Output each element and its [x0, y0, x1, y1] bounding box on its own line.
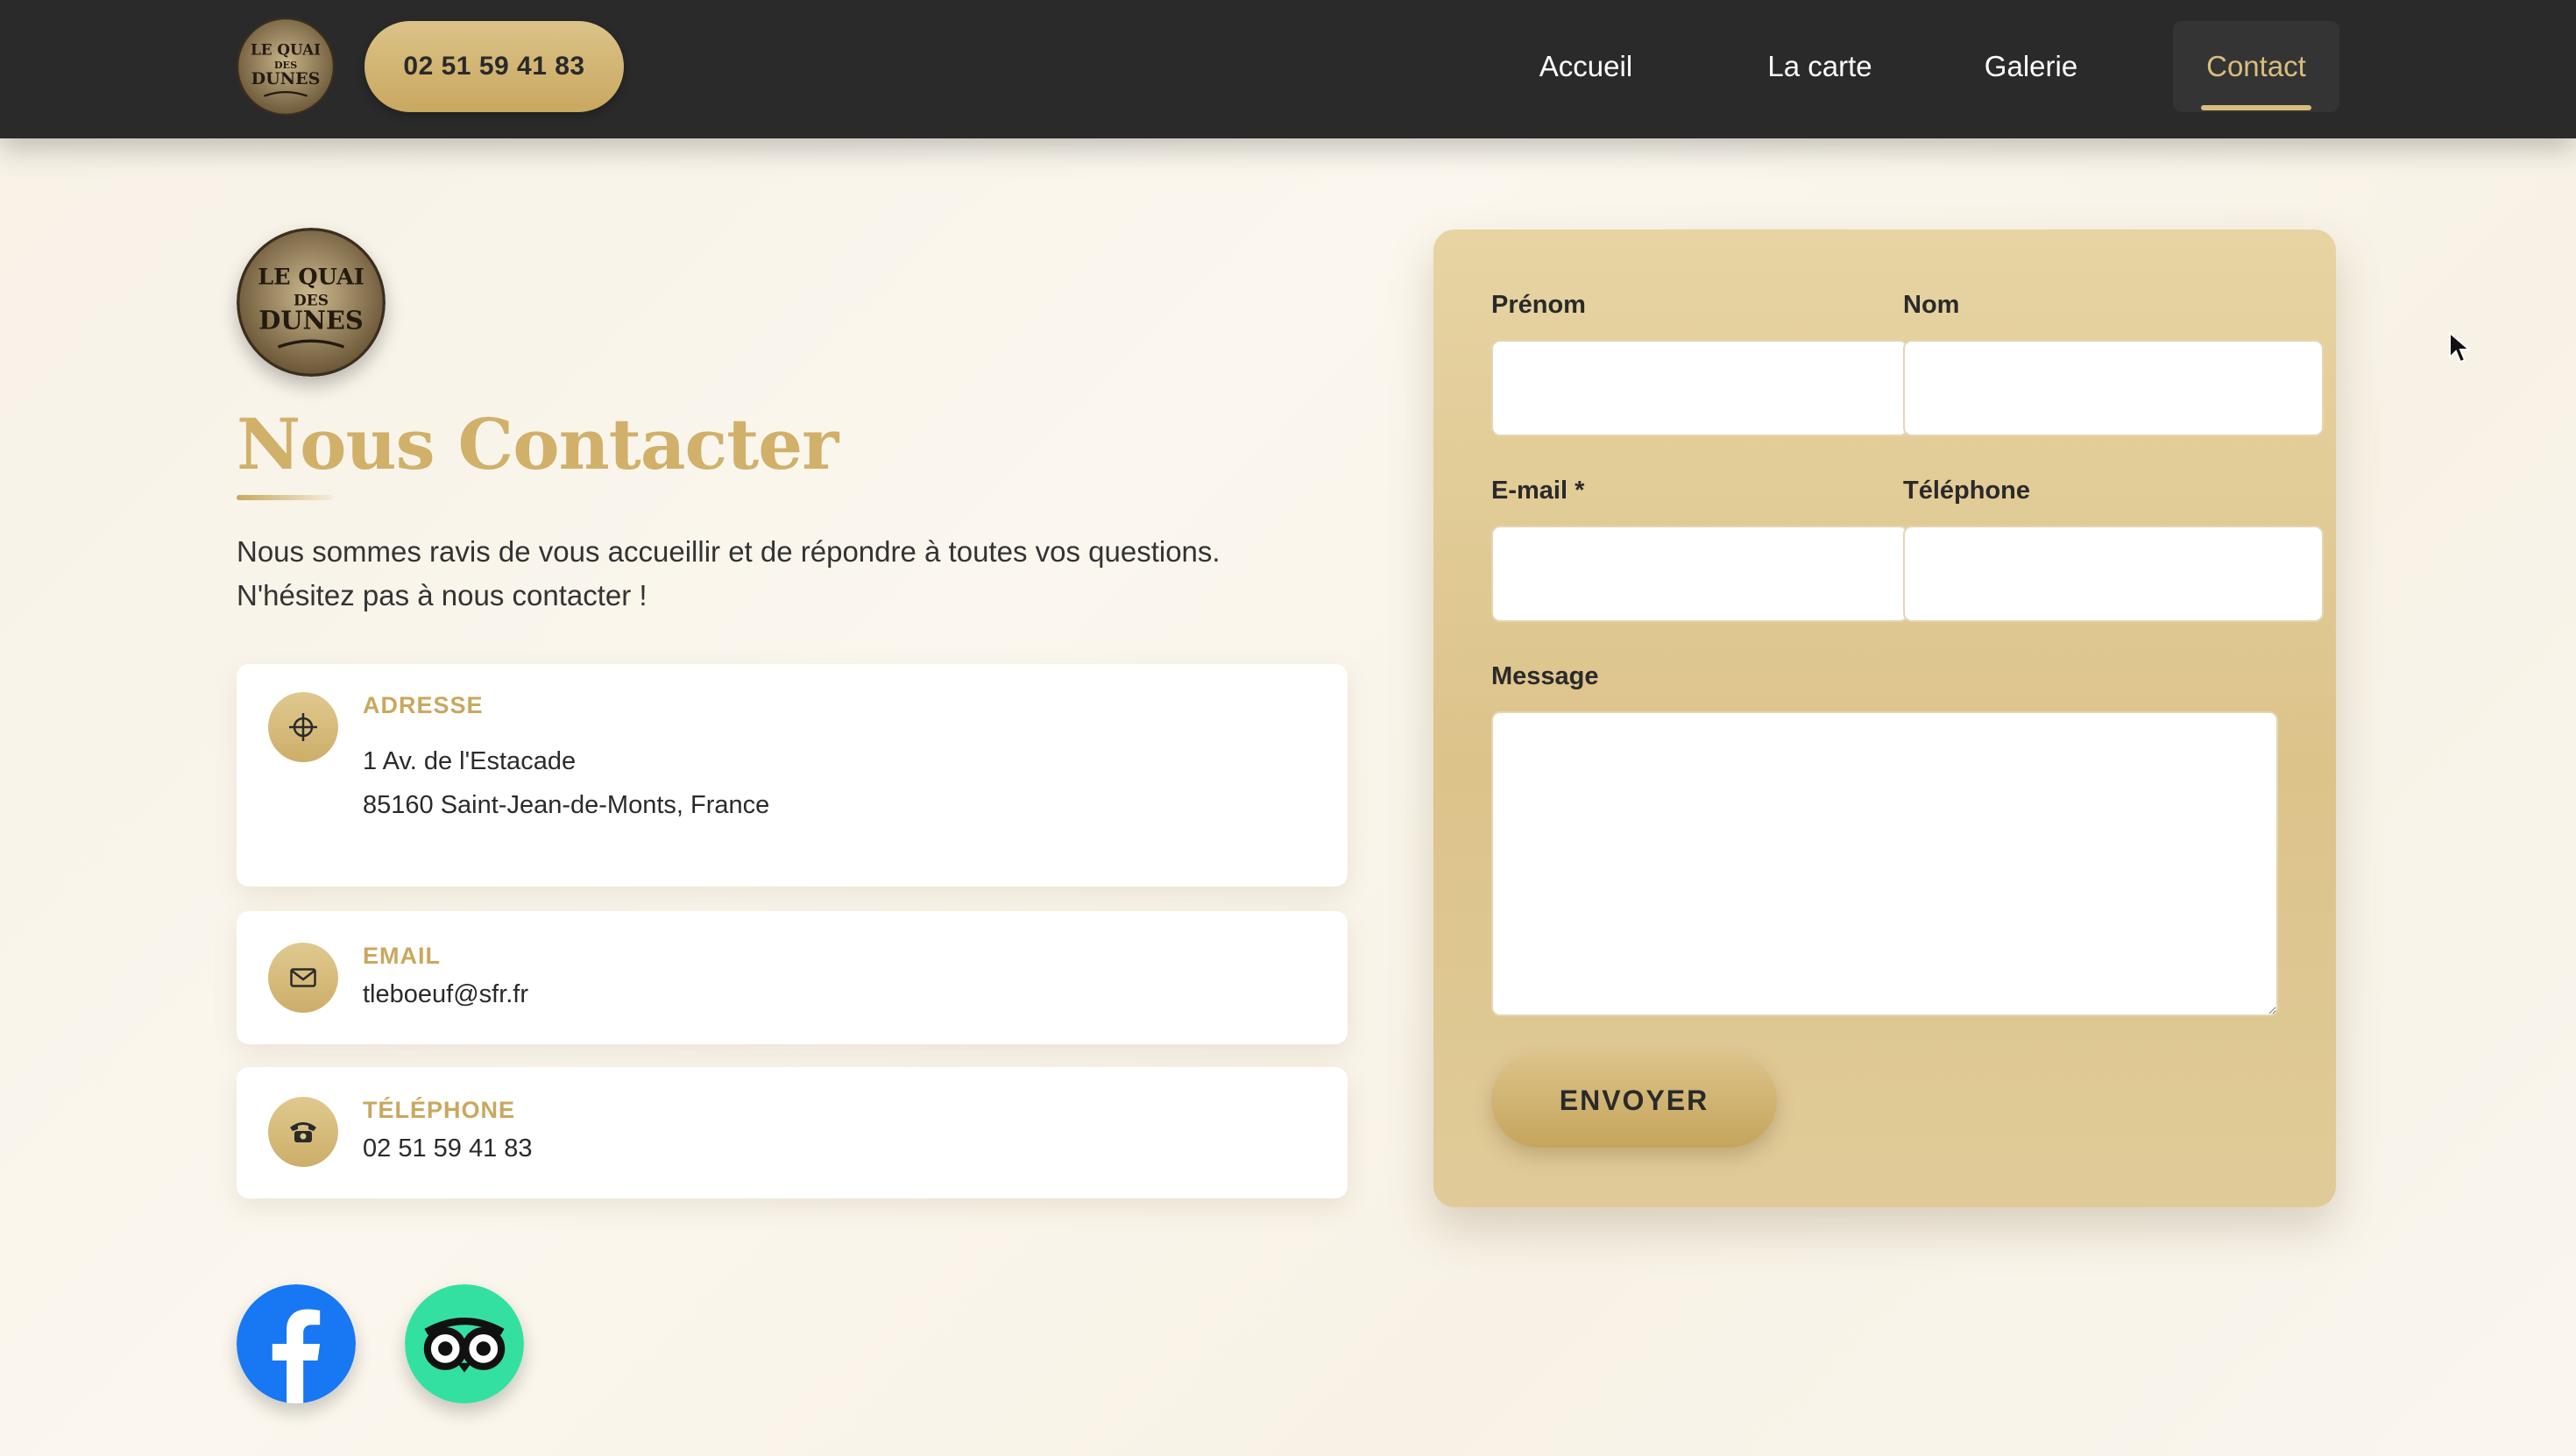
contact-form: Prénom Nom E-mail * Téléphone Message EN… — [1433, 230, 2336, 1207]
restaurant-logo: LE QUAI DES DUNES — [237, 228, 386, 377]
phone-label: TÉLÉPHONE — [363, 1097, 516, 1123]
phone-card: TÉLÉPHONE 02 51 59 41 83 — [237, 1067, 1348, 1198]
mouse-cursor-icon — [2449, 331, 2471, 364]
email-field-label: E-mail * — [1491, 477, 1585, 505]
last-name-label: Nom — [1903, 291, 1960, 319]
header-phone-button[interactable]: 02 51 59 41 83 — [364, 21, 624, 112]
svg-text:DUNES: DUNES — [251, 69, 321, 88]
phone-field-label: Téléphone — [1903, 477, 2031, 505]
intro-text: Nous sommes ravis de vous accueillir et … — [237, 535, 1221, 611]
logo-icon[interactable]: LE QUAI DES DUNES — [237, 18, 335, 116]
address-label: ADRESSE — [363, 692, 484, 718]
envelope-icon — [268, 943, 338, 1013]
last-name-input[interactable] — [1903, 340, 2324, 436]
crosshair-icon — [268, 692, 338, 762]
nav-item-galerie[interactable]: Galerie — [1952, 21, 2110, 112]
title-underline — [237, 495, 333, 500]
svg-text:LE QUAI: LE QUAI — [251, 41, 321, 59]
message-label: Message — [1491, 662, 1599, 690]
telephone-icon — [268, 1097, 338, 1167]
svg-text:LE QUAI: LE QUAI — [258, 265, 364, 291]
tripadvisor-icon[interactable] — [405, 1284, 524, 1403]
email-card: EMAIL tleboeuf@sfr.fr — [237, 911, 1348, 1044]
site-header: LE QUAI DES DUNES 02 51 59 41 83 Accueil… — [0, 0, 2576, 138]
header-phone-number: 02 51 59 41 83 — [403, 52, 585, 81]
email-link[interactable]: tleboeuf@sfr.fr — [363, 972, 528, 1016]
phone-input[interactable] — [1903, 526, 2324, 622]
message-textarea[interactable] — [1491, 711, 2278, 1016]
address-text: 1 Av. de l'Estacade 85160 Saint-Jean-de-… — [363, 747, 770, 819]
facebook-icon[interactable] — [237, 1284, 356, 1403]
first-name-label: Prénom — [1491, 291, 1586, 319]
page-title: Nous Contacter — [237, 403, 839, 485]
svg-text:DUNES: DUNES — [258, 306, 364, 336]
nav-item-accueil[interactable]: Accueil — [1507, 21, 1665, 112]
nav-item-contact[interactable]: Contact — [2173, 21, 2339, 112]
nav-item-la-carte[interactable]: La carte — [1728, 21, 1912, 112]
email-input[interactable] — [1491, 526, 1908, 622]
first-name-input[interactable] — [1491, 340, 1908, 436]
phone-link[interactable]: 02 51 59 41 83 — [363, 1127, 533, 1170]
email-label: EMAIL — [363, 943, 441, 969]
address-card: ADRESSE 1 Av. de l'Estacade 85160 Saint-… — [237, 664, 1348, 887]
send-button[interactable]: ENVOYER — [1491, 1053, 1777, 1148]
